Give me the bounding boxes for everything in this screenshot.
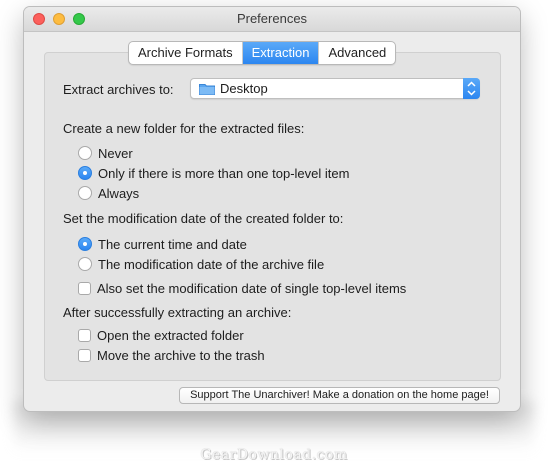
radio-never[interactable]: Never — [78, 144, 133, 162]
radio-label: The modification date of the archive fil… — [98, 256, 325, 272]
checkbox[interactable] — [78, 281, 91, 295]
title-bar: Preferences — [24, 7, 520, 32]
extract-to-value: Desktop — [220, 81, 268, 96]
preferences-window: Preferences Archive Formats Extraction A… — [24, 7, 520, 411]
radio-button-selected[interactable] — [78, 237, 92, 251]
radio-label: The current time and date — [98, 236, 247, 252]
donate-button[interactable]: Support The Unarchiver! Make a donation … — [179, 387, 500, 404]
tab-advanced[interactable]: Advanced — [319, 42, 395, 64]
radio-current-time[interactable]: The current time and date — [78, 235, 247, 253]
radio-label: Only if there is more than one top-level… — [98, 165, 350, 181]
radio-archive-date[interactable]: The modification date of the archive fil… — [78, 255, 324, 273]
extract-to-popup[interactable]: Desktop — [190, 78, 480, 99]
checkbox[interactable] — [78, 348, 91, 362]
tab-bar: Archive Formats Extraction Advanced — [128, 41, 397, 65]
watermark: GearDownload.com — [200, 447, 348, 463]
checkbox-open-folder[interactable]: Open the extracted folder — [78, 326, 244, 344]
radio-label: Always — [98, 185, 140, 201]
new-folder-heading: Create a new folder for the extracted fi… — [63, 121, 305, 136]
radio-label: Never — [98, 145, 133, 161]
tab-extraction[interactable]: Extraction — [242, 42, 320, 64]
after-extract-heading: After successfully extracting an archive… — [63, 305, 292, 320]
radio-button[interactable] — [78, 186, 92, 200]
extract-to-label: Extract archives to: — [63, 82, 174, 97]
radio-button[interactable] — [78, 146, 92, 160]
popup-arrows-icon — [463, 78, 480, 99]
radio-button-selected[interactable] — [78, 166, 92, 180]
mod-date-heading: Set the modification date of the created… — [63, 211, 344, 226]
checkbox-label: Move the archive to the trash — [97, 347, 265, 363]
checkbox-label: Open the extracted folder — [97, 327, 244, 343]
checkbox[interactable] — [78, 328, 91, 342]
radio-button[interactable] — [78, 257, 92, 271]
folder-icon — [199, 84, 215, 95]
checkbox-label: Also set the modification date of single… — [97, 280, 407, 296]
radio-always[interactable]: Always — [78, 184, 139, 202]
checkbox-also-set[interactable]: Also set the modification date of single… — [78, 279, 406, 297]
window-title: Preferences — [236, 11, 308, 26]
checkbox-move-to-trash[interactable]: Move the archive to the trash — [78, 346, 265, 364]
radio-only-if-multiple[interactable]: Only if there is more than one top-level… — [78, 164, 349, 182]
tab-archive-formats[interactable]: Archive Formats — [129, 42, 243, 64]
